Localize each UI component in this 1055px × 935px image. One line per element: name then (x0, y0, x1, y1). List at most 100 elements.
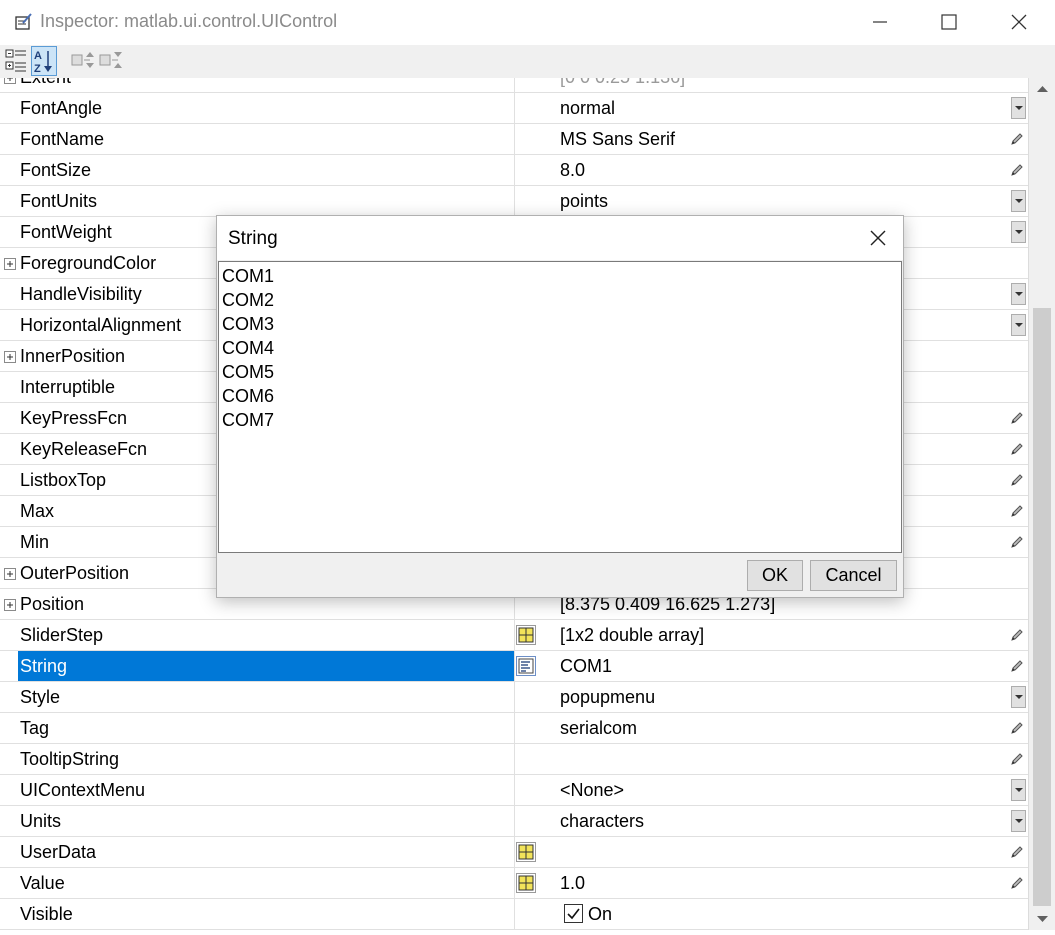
property-row[interactable]: SliderStep [1x2 double array] (0, 620, 1028, 651)
dropdown-arrow-button[interactable] (1011, 686, 1026, 708)
property-row[interactable]: Visible On (0, 899, 1028, 930)
property-name[interactable]: Visible (18, 899, 514, 929)
property-name[interactable]: FontUnits (18, 186, 514, 216)
expand-all-button[interactable] (70, 46, 96, 76)
dialog-title: String (228, 228, 278, 249)
pencil-edit-icon[interactable] (1009, 627, 1025, 643)
property-row[interactable]: FontName MS Sans Serif (0, 124, 1028, 155)
property-value[interactable]: [1x2 double array] (560, 620, 704, 650)
property-row[interactable]: Style popupmenu (0, 682, 1028, 713)
svg-text:Z: Z (34, 63, 41, 75)
property-value[interactable]: serialcom (560, 713, 637, 743)
alphabetical-view-button[interactable]: A Z (31, 46, 57, 76)
property-value[interactable]: 8.0 (560, 155, 585, 185)
property-row[interactable]: String COM1 (0, 651, 1028, 682)
pencil-edit-icon[interactable] (1009, 503, 1025, 519)
string-editor-dialog: String COM1 COM2 COM3 COM4 COM5 COM6 COM7 OK C… (216, 215, 904, 598)
pencil-edit-icon[interactable] (1009, 875, 1025, 891)
categorized-view-button[interactable] (3, 46, 29, 76)
string-line: COM7 (222, 410, 275, 430)
string-line: COM5 (222, 362, 275, 382)
property-name[interactable]: Style (18, 682, 514, 712)
pencil-edit-icon[interactable] (1009, 844, 1025, 860)
pencil-edit-icon[interactable] (1009, 162, 1025, 178)
pencil-edit-icon[interactable] (1009, 472, 1025, 488)
scroll-up-button[interactable] (1029, 78, 1055, 100)
close-icon (1011, 14, 1027, 30)
pencil-edit-icon[interactable] (1009, 658, 1025, 674)
ok-button[interactable]: OK (747, 560, 803, 591)
property-value[interactable]: MS Sans Serif (560, 124, 675, 154)
property-value[interactable]: popupmenu (560, 682, 655, 712)
column-divider (514, 682, 515, 713)
property-value[interactable]: characters (560, 806, 644, 836)
dropdown-arrow-button[interactable] (1011, 190, 1026, 212)
array-editor-icon[interactable] (515, 872, 537, 894)
property-name[interactable]: UIContextMenu (18, 775, 514, 805)
visible-checkbox[interactable] (564, 904, 583, 923)
pencil-edit-icon[interactable] (1009, 720, 1025, 736)
column-divider (514, 124, 515, 155)
property-name[interactable]: SliderStep (18, 620, 514, 650)
array-editor-icon[interactable] (515, 624, 537, 646)
window-titlebar: Inspector: matlab.ui.control.UIControl (0, 0, 1055, 46)
property-value[interactable]: normal (560, 93, 615, 123)
property-name[interactable]: String (18, 651, 514, 681)
property-row[interactable]: Units characters (0, 806, 1028, 837)
dialog-close-button[interactable] (863, 224, 893, 252)
property-row[interactable]: FontAngle normal (0, 93, 1028, 124)
property-row[interactable]: FontSize 8.0 (0, 155, 1028, 186)
property-value[interactable]: [0 0 0.25 1.136] (560, 78, 685, 92)
property-row[interactable]: Tag serialcom (0, 713, 1028, 744)
property-name[interactable]: Value (18, 868, 514, 898)
property-name[interactable]: Extent (18, 78, 514, 92)
text-editor-icon[interactable] (515, 655, 537, 677)
dropdown-arrow-button[interactable] (1011, 97, 1026, 119)
property-name[interactable]: TooltipString (18, 744, 514, 774)
property-row[interactable]: Value 1.0 (0, 868, 1028, 899)
property-value[interactable]: 1.0 (560, 868, 585, 898)
expand-plus-icon[interactable] (4, 78, 16, 84)
property-value[interactable]: <None> (560, 775, 624, 805)
property-name[interactable]: Units (18, 806, 514, 836)
inspector-toolbar: A Z (0, 45, 1055, 79)
vertical-scrollbar[interactable] (1028, 78, 1055, 930)
string-line: COM2 (222, 290, 275, 310)
property-name[interactable]: UserData (18, 837, 514, 867)
minimize-button[interactable] (845, 0, 915, 45)
expand-plus-icon[interactable] (4, 598, 16, 611)
pencil-edit-icon[interactable] (1009, 131, 1025, 147)
property-name[interactable]: FontAngle (18, 93, 514, 123)
property-name[interactable]: FontSize (18, 155, 514, 185)
property-name[interactable]: FontName (18, 124, 514, 154)
scrollbar-thumb[interactable] (1033, 308, 1051, 906)
maximize-button[interactable] (914, 0, 984, 45)
property-row[interactable]: Extent [0 0 0.25 1.136] (0, 78, 1028, 93)
close-button[interactable] (984, 0, 1054, 45)
property-row[interactable]: TooltipString (0, 744, 1028, 775)
dropdown-arrow-button[interactable] (1011, 810, 1026, 832)
dropdown-arrow-button[interactable] (1011, 283, 1026, 305)
pencil-edit-icon[interactable] (1009, 751, 1025, 767)
property-row[interactable]: UIContextMenu <None> (0, 775, 1028, 806)
property-row[interactable]: FontUnits points (0, 186, 1028, 217)
dropdown-arrow-button[interactable] (1011, 221, 1026, 243)
collapse-all-icon (99, 52, 122, 68)
dropdown-arrow-button[interactable] (1011, 779, 1026, 801)
pencil-edit-icon[interactable] (1009, 410, 1025, 426)
array-editor-icon[interactable] (515, 841, 537, 863)
property-row[interactable]: UserData (0, 837, 1028, 868)
cancel-button[interactable]: Cancel (810, 560, 897, 591)
string-lines-textarea[interactable]: COM1 COM2 COM3 COM4 COM5 COM6 COM7 (218, 261, 902, 553)
pencil-edit-icon[interactable] (1009, 534, 1025, 550)
property-name[interactable]: Tag (18, 713, 514, 743)
property-value[interactable]: points (560, 186, 608, 216)
scroll-down-button[interactable] (1029, 908, 1055, 930)
collapse-all-button[interactable] (98, 46, 124, 76)
property-value[interactable]: COM1 (560, 651, 612, 681)
dropdown-arrow-button[interactable] (1011, 314, 1026, 336)
expand-plus-icon[interactable] (4, 257, 16, 270)
expand-plus-icon[interactable] (4, 567, 16, 580)
pencil-edit-icon[interactable] (1009, 441, 1025, 457)
expand-plus-icon[interactable] (4, 350, 16, 363)
